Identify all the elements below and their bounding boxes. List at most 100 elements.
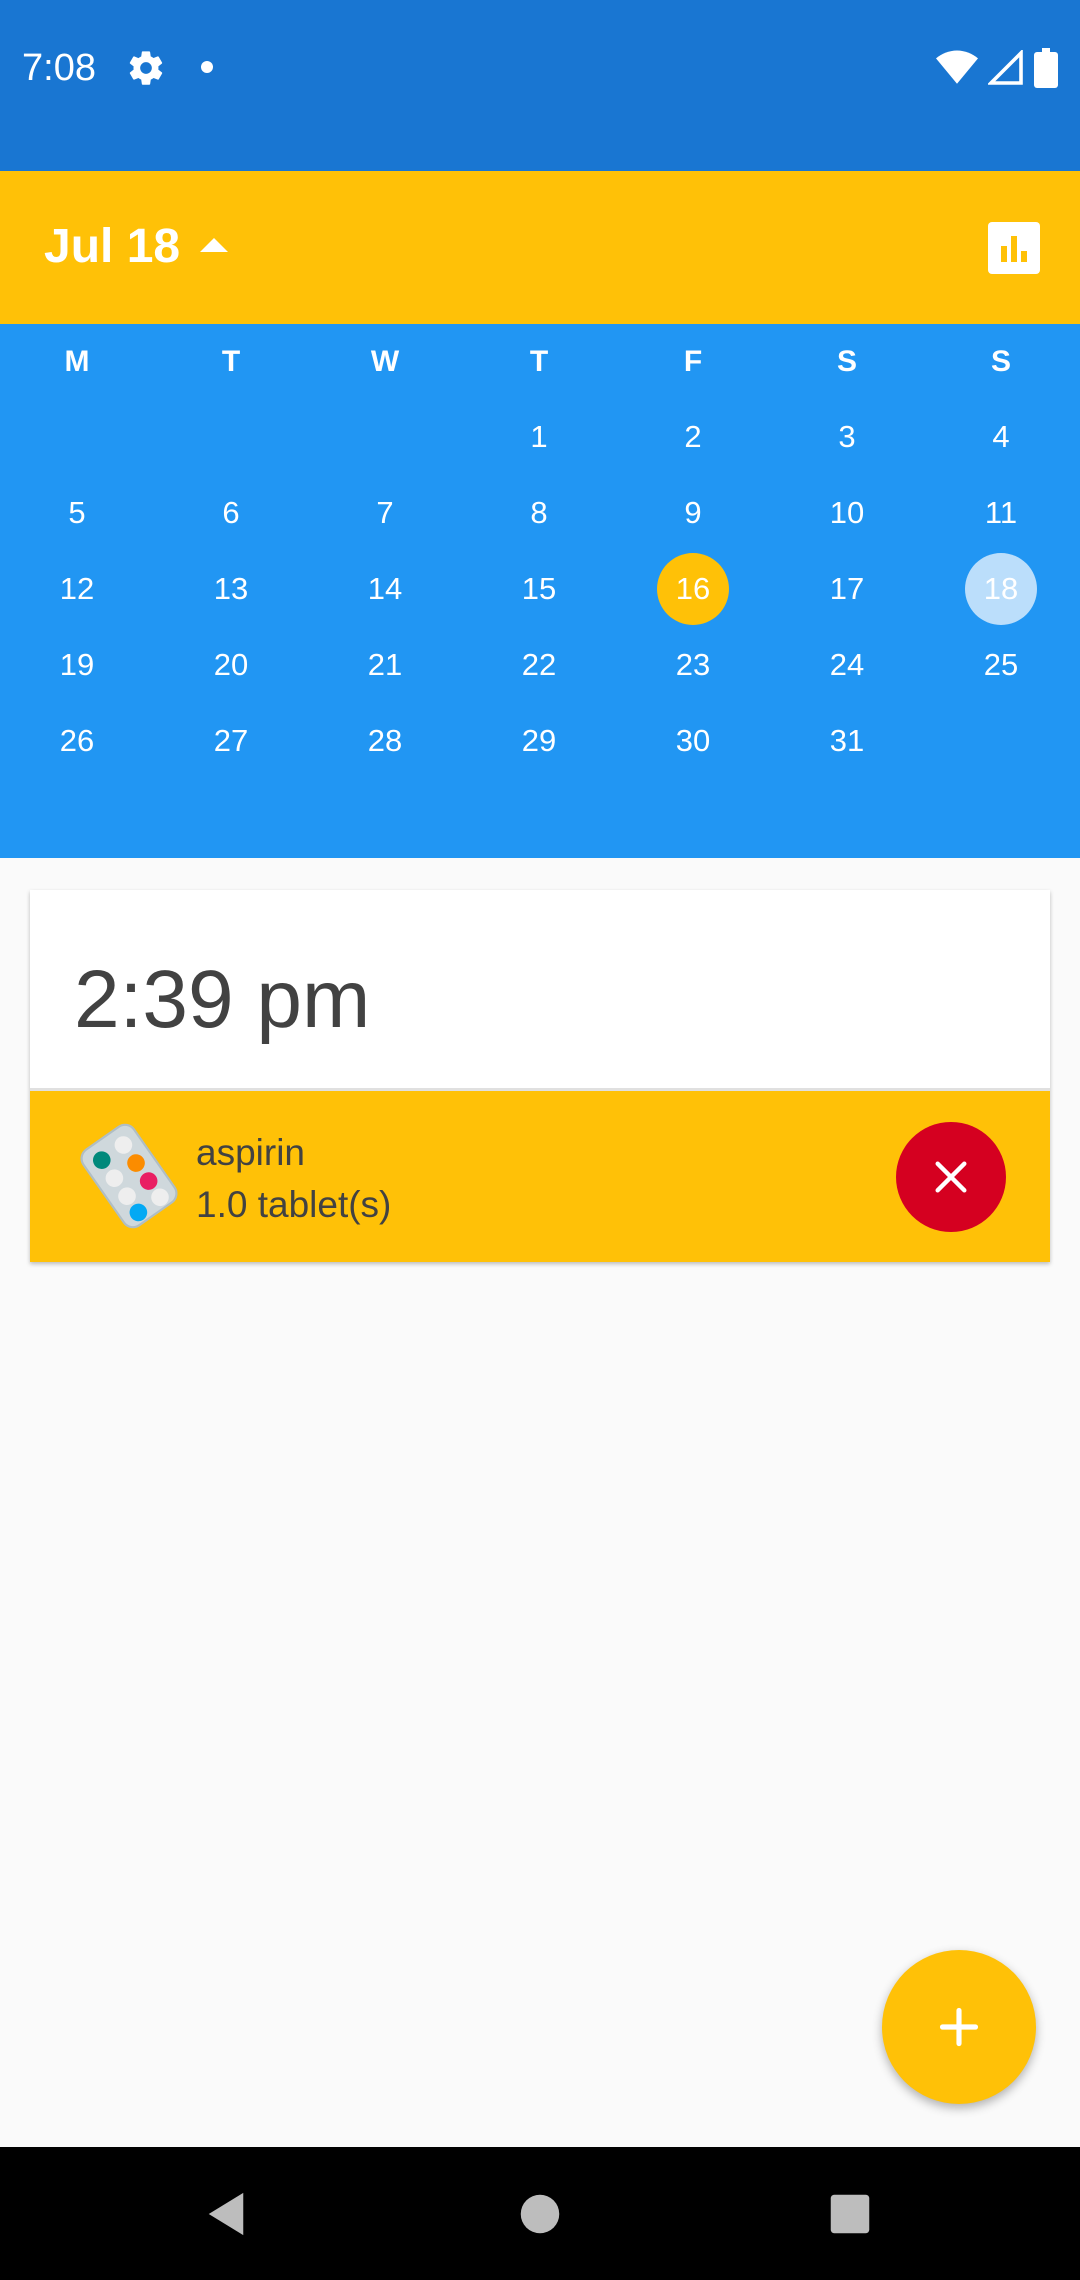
weekday-label: F — [683, 345, 703, 378]
home-icon — [520, 2194, 560, 2233]
calendar-day[interactable]: 6 — [154, 475, 308, 551]
calendar-day[interactable]: 1 — [462, 399, 616, 475]
calendar-day[interactable]: 23 — [616, 627, 770, 703]
calendar-day[interactable]: 8 — [462, 475, 616, 551]
signal-icon — [988, 50, 1023, 85]
calendar-day[interactable]: 24 — [770, 627, 924, 703]
calendar-empty-cell — [308, 399, 462, 475]
day-number: 25 — [983, 647, 1019, 682]
calendar-day[interactable]: 13 — [154, 551, 308, 627]
chart-bar — [1021, 251, 1027, 262]
calendar-day[interactable]: 21 — [308, 627, 462, 703]
calendar-day[interactable]: 20 — [154, 627, 308, 703]
day-number: 27 — [213, 723, 249, 758]
weekday-label: S — [990, 345, 1011, 378]
weekday-label: M — [64, 345, 90, 378]
calendar-day[interactable]: 31 — [770, 703, 924, 779]
back-button[interactable] — [166, 2147, 286, 2280]
day-number: 18 — [965, 553, 1037, 625]
calendar-day[interactable]: 3 — [770, 399, 924, 475]
settings-icon — [129, 51, 163, 85]
calendar-week: 19 20 21 22 23 24 25 — [0, 627, 1080, 703]
calendar-day[interactable]: 19 — [0, 627, 154, 703]
day-number: 26 — [59, 723, 95, 758]
day-number: 5 — [68, 495, 86, 530]
calendar-day[interactable]: 10 — [770, 475, 924, 551]
calendar-day[interactable]: 4 — [924, 399, 1078, 475]
app-bar: Jul 18 — [0, 171, 1080, 324]
home-button[interactable] — [480, 2147, 600, 2280]
calendar-day[interactable]: 26 — [0, 703, 154, 779]
day-number: 1 — [530, 419, 548, 454]
weekday-label: T — [221, 345, 241, 378]
calendar-day[interactable]: 12 — [0, 551, 154, 627]
day-number: 8 — [530, 495, 548, 530]
caret-up-icon — [200, 238, 229, 252]
weekday-header: MTWTFSS — [0, 324, 1080, 400]
status-time: 7:08 — [22, 47, 96, 89]
dose-card[interactable]: 2:39 pm aspirin 1.0 tablet(s) — [30, 890, 1050, 1262]
calendar-day[interactable]: 14 — [308, 551, 462, 627]
day-number: 12 — [59, 571, 95, 606]
calendar-day[interactable]: 9 — [616, 475, 770, 551]
calendar-day[interactable]: 5 — [0, 475, 154, 551]
calendar-empty-cell — [154, 399, 308, 475]
calendar-week: 5 6 7 8 9 10 11 — [0, 475, 1080, 551]
month-selector[interactable]: Jul 18 — [44, 219, 229, 275]
day-number: 28 — [367, 723, 403, 758]
day-number: 9 — [684, 495, 702, 530]
calendar-day[interactable]: 11 — [924, 475, 1078, 551]
calendar-empty-cell — [0, 399, 154, 475]
weekday-label: S — [836, 345, 857, 378]
day-number: 20 — [213, 647, 249, 682]
calendar-day[interactable]: 27 — [154, 703, 308, 779]
calendar-day[interactable]: 7 — [308, 475, 462, 551]
day-number: 15 — [521, 571, 557, 606]
medication-dose: 1.0 tablet(s) — [196, 1184, 392, 1225]
day-number: 7 — [376, 495, 394, 530]
calendar-empty-cell — [924, 703, 1078, 779]
calendar-day[interactable]: 28 — [308, 703, 462, 779]
calendar-day[interactable]: 17 — [770, 551, 924, 627]
day-number: 6 — [222, 495, 240, 530]
notification-dot-icon — [201, 61, 213, 73]
calendar-week: 12 13 14 15 16 17 18 — [0, 551, 1080, 627]
calendar-week: 1 2 3 4 — [0, 399, 1080, 475]
day-number: 23 — [675, 647, 711, 682]
calendar-day[interactable]: 18 — [924, 551, 1078, 627]
recents-button[interactable] — [790, 2147, 910, 2280]
recents-icon — [830, 2194, 870, 2233]
day-number: 24 — [829, 647, 865, 682]
close-icon — [935, 1161, 967, 1193]
calendar-day[interactable]: 30 — [616, 703, 770, 779]
day-number: 10 — [829, 495, 865, 530]
calendar-day[interactable]: 29 — [462, 703, 616, 779]
day-number: 21 — [367, 647, 403, 682]
add-dose-button[interactable] — [882, 1950, 1036, 2104]
day-number: 16 — [657, 553, 729, 625]
pill-blister-icon — [80, 1123, 178, 1229]
day-number: 31 — [829, 723, 865, 758]
day-number: 4 — [992, 419, 1010, 454]
weekday-label: T — [529, 345, 549, 378]
calendar-day[interactable]: 16 — [616, 551, 770, 627]
day-number: 14 — [367, 571, 403, 606]
chart-bar — [1001, 246, 1007, 262]
calendar-day[interactable]: 22 — [462, 627, 616, 703]
calendar-day[interactable]: 15 — [462, 551, 616, 627]
day-number: 11 — [984, 495, 1018, 530]
day-number: 22 — [521, 647, 557, 682]
calendar-day[interactable]: 2 — [616, 399, 770, 475]
month-label: Jul 18 — [44, 220, 181, 273]
bar-chart-icon[interactable] — [988, 222, 1040, 274]
status-bar: 7:08 — [0, 0, 1080, 171]
day-number: 3 — [838, 419, 856, 454]
remove-dose-button[interactable] — [896, 1122, 1006, 1232]
day-number: 29 — [521, 723, 557, 758]
medication-row[interactable]: aspirin 1.0 tablet(s) — [30, 1091, 1050, 1262]
calendar-day[interactable]: 25 — [924, 627, 1078, 703]
calendar: MTWTFSS 1 2 3 4 5 6 7 8 9 10 11 12 13 14 15 16 17 18 19 20 2… — [0, 324, 1080, 858]
chart-bar — [1011, 236, 1017, 262]
navigation-bar — [0, 2147, 1080, 2280]
weekday-label: W — [370, 345, 400, 378]
